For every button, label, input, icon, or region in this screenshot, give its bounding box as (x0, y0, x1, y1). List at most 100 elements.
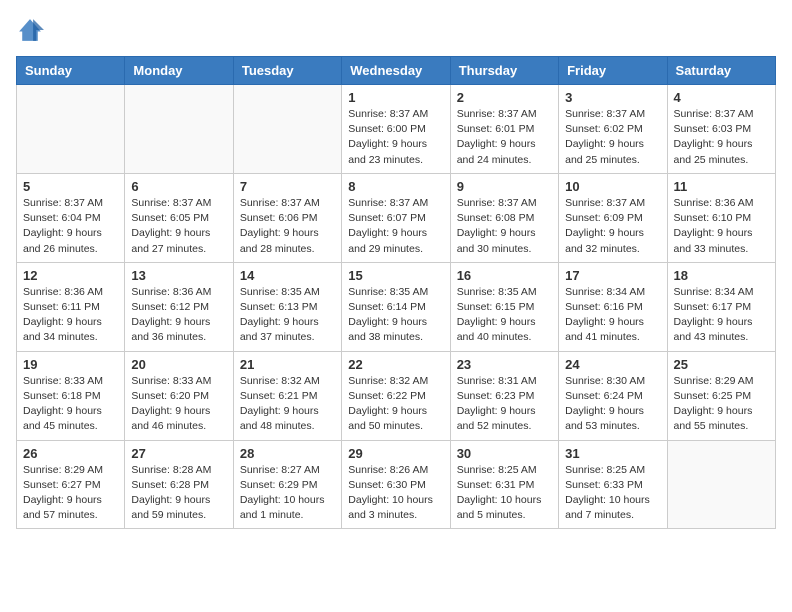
day-info: Sunrise: 8:28 AM Sunset: 6:28 PM Dayligh… (131, 463, 226, 524)
calendar-day: 7 Sunrise: 8:37 AM Sunset: 6:06 PM Daylig… (233, 173, 341, 262)
calendar-day: 20 Sunrise: 8:33 AM Sunset: 6:20 PM Dayli… (125, 351, 233, 440)
logo-icon (16, 16, 44, 44)
calendar-day: 26 Sunrise: 8:29 AM Sunset: 6:27 PM Dayli… (17, 440, 125, 529)
day-number: 11 (674, 179, 769, 194)
calendar-day: 29 Sunrise: 8:26 AM Sunset: 6:30 PM Dayli… (342, 440, 450, 529)
calendar-day: 23 Sunrise: 8:31 AM Sunset: 6:23 PM Dayli… (450, 351, 558, 440)
day-info: Sunrise: 8:29 AM Sunset: 6:27 PM Dayligh… (23, 463, 118, 524)
day-info: Sunrise: 8:25 AM Sunset: 6:33 PM Dayligh… (565, 463, 660, 524)
day-info: Sunrise: 8:30 AM Sunset: 6:24 PM Dayligh… (565, 374, 660, 435)
day-info: Sunrise: 8:35 AM Sunset: 6:14 PM Dayligh… (348, 285, 443, 346)
weekday-header-sunday: Sunday (17, 57, 125, 85)
day-info: Sunrise: 8:37 AM Sunset: 6:02 PM Dayligh… (565, 107, 660, 168)
day-number: 7 (240, 179, 335, 194)
calendar-day: 28 Sunrise: 8:27 AM Sunset: 6:29 PM Dayli… (233, 440, 341, 529)
weekday-header-saturday: Saturday (667, 57, 775, 85)
day-info: Sunrise: 8:36 AM Sunset: 6:11 PM Dayligh… (23, 285, 118, 346)
day-info: Sunrise: 8:37 AM Sunset: 6:00 PM Dayligh… (348, 107, 443, 168)
calendar-week-2: 5Sunrise: 8:37 AM Sunset: 6:04 PM Daylig… (17, 173, 776, 262)
day-info: Sunrise: 8:33 AM Sunset: 6:20 PM Dayligh… (131, 374, 226, 435)
day-info: Sunrise: 8:37 AM Sunset: 6:07 PM Dayligh… (348, 196, 443, 257)
calendar-day (233, 85, 341, 174)
calendar-day: 10 Sunrise: 8:37 AM Sunset: 6:09 PM Dayli… (559, 173, 667, 262)
weekday-header-tuesday: Tuesday (233, 57, 341, 85)
day-info: Sunrise: 8:37 AM Sunset: 6:04 PM Dayligh… (23, 196, 118, 257)
day-number: 22 (348, 357, 443, 372)
weekday-header-friday: Friday (559, 57, 667, 85)
calendar-day: 3 Sunrise: 8:37 AM Sunset: 6:02 PM Daylig… (559, 85, 667, 174)
day-number: 26 (23, 446, 118, 461)
day-info: Sunrise: 8:37 AM Sunset: 6:05 PM Dayligh… (131, 196, 226, 257)
calendar-week-3: 12 Sunrise: 8:36 AM Sunset: 6:11 PM Dayli… (17, 262, 776, 351)
day-number: 8 (348, 179, 443, 194)
weekday-header-monday: Monday (125, 57, 233, 85)
day-number: 30 (457, 446, 552, 461)
calendar-day: 25Sunrise: 8:29 AM Sunset: 6:25 PM Dayli… (667, 351, 775, 440)
calendar-day (667, 440, 775, 529)
day-number: 23 (457, 357, 552, 372)
day-info: Sunrise: 8:36 AM Sunset: 6:12 PM Dayligh… (131, 285, 226, 346)
day-number: 27 (131, 446, 226, 461)
calendar-day: 9 Sunrise: 8:37 AM Sunset: 6:08 PM Daylig… (450, 173, 558, 262)
day-number: 13 (131, 268, 226, 283)
calendar-week-4: 19 Sunrise: 8:33 AM Sunset: 6:18 PM Dayli… (17, 351, 776, 440)
calendar-day: 13 Sunrise: 8:36 AM Sunset: 6:12 PM Dayli… (125, 262, 233, 351)
day-info: Sunrise: 8:34 AM Sunset: 6:16 PM Dayligh… (565, 285, 660, 346)
calendar-day: 1 Sunrise: 8:37 AM Sunset: 6:00 PM Daylig… (342, 85, 450, 174)
day-number: 6 (131, 179, 226, 194)
day-info: Sunrise: 8:37 AM Sunset: 6:06 PM Dayligh… (240, 196, 335, 257)
day-info: Sunrise: 8:37 AM Sunset: 6:03 PM Dayligh… (674, 107, 769, 168)
day-number: 12 (23, 268, 118, 283)
calendar-day: 30 Sunrise: 8:25 AM Sunset: 6:31 PM Dayli… (450, 440, 558, 529)
calendar-day: 11 Sunrise: 8:36 AM Sunset: 6:10 PM Dayli… (667, 173, 775, 262)
calendar-day: 27 Sunrise: 8:28 AM Sunset: 6:28 PM Dayli… (125, 440, 233, 529)
day-info: Sunrise: 8:37 AM Sunset: 6:01 PM Dayligh… (457, 107, 552, 168)
weekday-header-wednesday: Wednesday (342, 57, 450, 85)
day-number: 20 (131, 357, 226, 372)
day-number: 10 (565, 179, 660, 194)
day-number: 19 (23, 357, 118, 372)
day-info: Sunrise: 8:32 AM Sunset: 6:22 PM Dayligh… (348, 374, 443, 435)
day-number: 31 (565, 446, 660, 461)
day-number: 4 (674, 90, 769, 105)
day-number: 21 (240, 357, 335, 372)
calendar-day (125, 85, 233, 174)
day-number: 29 (348, 446, 443, 461)
day-info: Sunrise: 8:25 AM Sunset: 6:31 PM Dayligh… (457, 463, 552, 524)
day-info: Sunrise: 8:27 AM Sunset: 6:29 PM Dayligh… (240, 463, 335, 524)
calendar-day: 2 Sunrise: 8:37 AM Sunset: 6:01 PM Daylig… (450, 85, 558, 174)
calendar-day: 16 Sunrise: 8:35 AM Sunset: 6:15 PM Dayli… (450, 262, 558, 351)
day-info: Sunrise: 8:26 AM Sunset: 6:30 PM Dayligh… (348, 463, 443, 524)
calendar-day: 31 Sunrise: 8:25 AM Sunset: 6:33 PM Dayli… (559, 440, 667, 529)
calendar-day: 4 Sunrise: 8:37 AM Sunset: 6:03 PM Daylig… (667, 85, 775, 174)
day-number: 28 (240, 446, 335, 461)
day-info: Sunrise: 8:37 AM Sunset: 6:08 PM Dayligh… (457, 196, 552, 257)
day-number: 16 (457, 268, 552, 283)
day-number: 2 (457, 90, 552, 105)
calendar-day: 22 Sunrise: 8:32 AM Sunset: 6:22 PM Dayli… (342, 351, 450, 440)
day-info: Sunrise: 8:35 AM Sunset: 6:13 PM Dayligh… (240, 285, 335, 346)
calendar-day: 24Sunrise: 8:30 AM Sunset: 6:24 PM Dayli… (559, 351, 667, 440)
day-number: 9 (457, 179, 552, 194)
weekday-header-row: SundayMondayTuesdayWednesdayThursdayFrid… (17, 57, 776, 85)
weekday-header-thursday: Thursday (450, 57, 558, 85)
day-number: 1 (348, 90, 443, 105)
calendar-day: 6 Sunrise: 8:37 AM Sunset: 6:05 PM Daylig… (125, 173, 233, 262)
calendar-day: 18Sunrise: 8:34 AM Sunset: 6:17 PM Dayli… (667, 262, 775, 351)
day-info: Sunrise: 8:33 AM Sunset: 6:18 PM Dayligh… (23, 374, 118, 435)
calendar-day: 14Sunrise: 8:35 AM Sunset: 6:13 PM Dayli… (233, 262, 341, 351)
calendar-day: 12 Sunrise: 8:36 AM Sunset: 6:11 PM Dayli… (17, 262, 125, 351)
calendar-body: 1 Sunrise: 8:37 AM Sunset: 6:00 PM Daylig… (17, 85, 776, 529)
day-info: Sunrise: 8:31 AM Sunset: 6:23 PM Dayligh… (457, 374, 552, 435)
day-info: Sunrise: 8:36 AM Sunset: 6:10 PM Dayligh… (674, 196, 769, 257)
calendar-day: 15Sunrise: 8:35 AM Sunset: 6:14 PM Dayli… (342, 262, 450, 351)
calendar-day (17, 85, 125, 174)
page-header (16, 16, 776, 44)
day-number: 25 (674, 357, 769, 372)
day-number: 3 (565, 90, 660, 105)
day-info: Sunrise: 8:37 AM Sunset: 6:09 PM Dayligh… (565, 196, 660, 257)
calendar-day: 5Sunrise: 8:37 AM Sunset: 6:04 PM Daylig… (17, 173, 125, 262)
day-info: Sunrise: 8:35 AM Sunset: 6:15 PM Dayligh… (457, 285, 552, 346)
calendar-day: 17Sunrise: 8:34 AM Sunset: 6:16 PM Dayli… (559, 262, 667, 351)
calendar-header: SundayMondayTuesdayWednesdayThursdayFrid… (17, 57, 776, 85)
